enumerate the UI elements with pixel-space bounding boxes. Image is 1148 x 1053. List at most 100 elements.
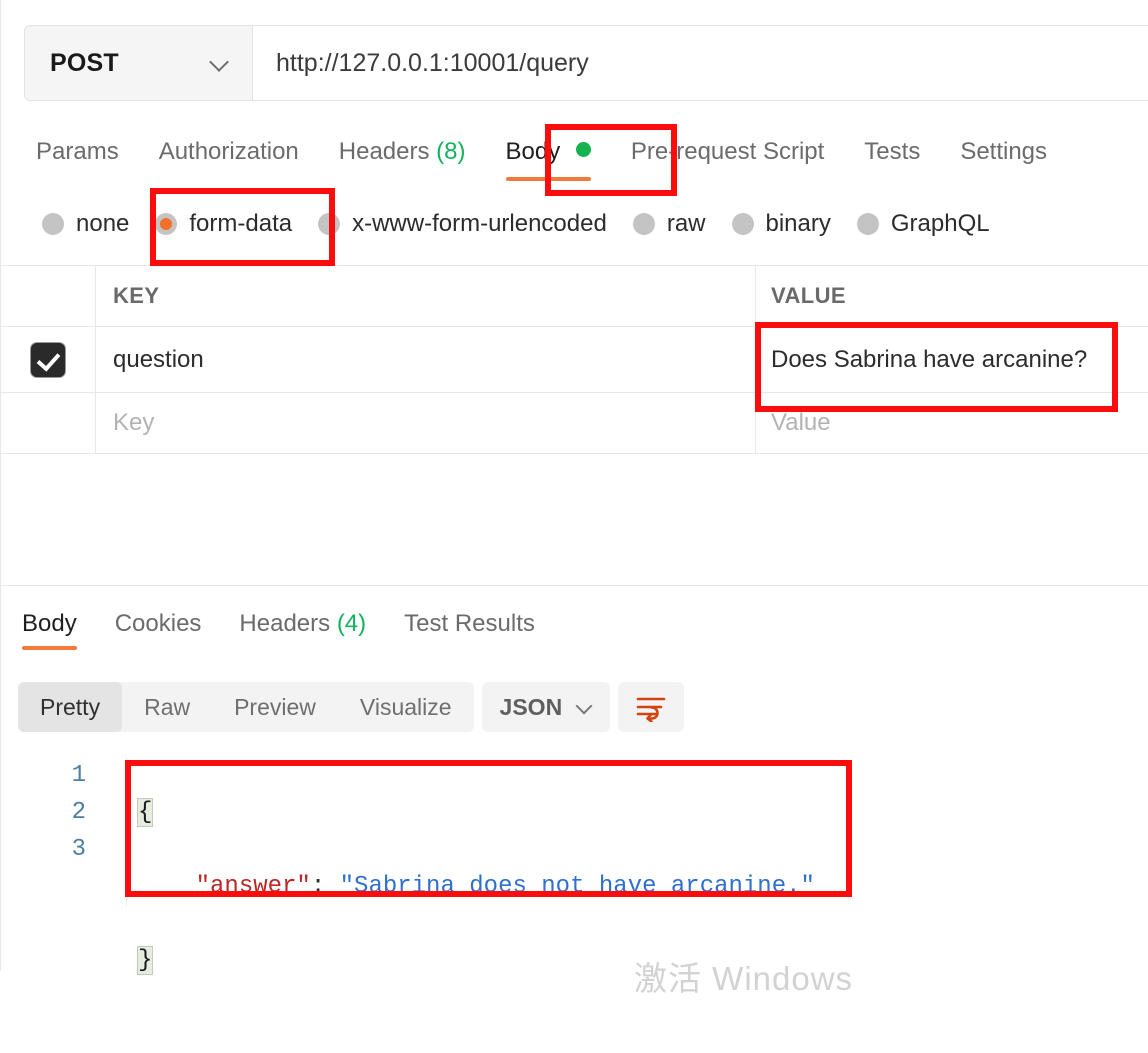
header-cell-key: KEY: [96, 266, 756, 326]
empty-row-key-cell[interactable]: Key: [96, 393, 756, 453]
view-mode-visualize-label: Visualize: [359, 693, 452, 720]
header-value-label: VALUE: [771, 283, 846, 308]
code-line-1: {: [138, 794, 815, 831]
row-key-cell[interactable]: question: [96, 327, 756, 392]
table-empty-row: Key Value: [0, 392, 1148, 454]
response-tab-headers[interactable]: Headers (4): [239, 600, 366, 638]
form-data-table: KEY VALUE question Does Sabrina have arc…: [0, 265, 1148, 454]
tab-body-label: Body: [505, 138, 561, 165]
wrap-lines-button[interactable]: [618, 682, 685, 732]
body-type-none-label: none: [76, 210, 130, 237]
tab-pre-request-script[interactable]: Pre-request Script: [631, 126, 824, 166]
code-gutter: 1 2 3: [0, 757, 127, 907]
radio-icon-form-data: [155, 213, 178, 235]
view-mode-visualize[interactable]: Visualize: [338, 682, 474, 732]
row-key-input: question: [113, 345, 204, 373]
code-open-brace: {: [138, 799, 153, 826]
empty-row-checkbox-cell: [0, 393, 96, 453]
code-json-string-value: "Sabrina does not have arcanine.": [339, 873, 815, 900]
tab-pre-request-script-label: Pre-request Script: [630, 138, 825, 165]
code-close-brace: }: [138, 947, 153, 974]
view-mode-raw-label: Raw: [144, 693, 191, 720]
code-content: { "answer": "Sabrina does not have arcan…: [138, 757, 815, 1053]
request-url-bar: POST http://127.0.0.1:10001/query: [24, 25, 1148, 101]
table-empty-space: [0, 460, 1148, 586]
code-line-2: "answer": "Sabrina does not have arcanin…: [138, 868, 815, 905]
body-type-graphql[interactable]: GraphQL: [856, 210, 990, 238]
response-view-toolbar: Pretty Raw Preview Visualize JSON: [18, 682, 685, 732]
radio-icon-raw: [632, 213, 655, 235]
chevron-down-icon: [576, 699, 592, 715]
windows-activation-watermark: 激活 Windows: [634, 960, 854, 997]
http-method-select[interactable]: POST: [25, 26, 253, 100]
body-type-raw-label: raw: [666, 210, 706, 237]
empty-row-value-input: Value: [771, 409, 831, 436]
row-value-input: Does Sabrina have arcanine?: [771, 345, 1088, 373]
line-number: 2: [71, 799, 86, 826]
response-tab-bar: Body Cookies Headers (4) Test Results: [0, 600, 1148, 660]
body-type-none[interactable]: none: [42, 210, 129, 238]
response-tab-cookies-label: Cookies: [114, 610, 202, 637]
tab-params-label: Params: [36, 138, 119, 165]
request-tab-bar: Params Authorization Headers (8) Body Pr…: [0, 126, 1148, 188]
view-mode-preview-label: Preview: [234, 693, 316, 720]
response-format-select[interactable]: JSON: [481, 682, 611, 732]
response-tab-test-results-label: Test Results: [404, 610, 535, 637]
tab-headers-label: Headers: [338, 138, 430, 165]
tab-body[interactable]: Body: [505, 126, 591, 181]
row-checkbox-cell: [0, 327, 96, 392]
http-method-label: POST: [50, 48, 119, 77]
row-value-cell[interactable]: Does Sabrina have arcanine?: [756, 327, 1148, 392]
line-number: 1: [71, 762, 86, 789]
radio-icon-graphql: [856, 213, 879, 235]
tab-authorization[interactable]: Authorization: [159, 126, 299, 166]
body-type-urlencoded-label: x-www-form-urlencoded: [352, 210, 607, 237]
tab-headers-count: (8): [436, 138, 466, 165]
response-tab-cookies[interactable]: Cookies: [115, 600, 202, 638]
body-type-form-data-label: form-data: [189, 210, 293, 237]
code-colon: :: [310, 873, 340, 900]
response-tab-body[interactable]: Body: [22, 600, 77, 650]
response-body-code-viewer[interactable]: 1 2 3 { "answer": "Sabrina does not have…: [0, 757, 1148, 974]
radio-icon-urlencoded: [318, 213, 341, 235]
response-tab-headers-label: Headers: [239, 610, 331, 637]
tab-tests-label: Tests: [864, 138, 921, 165]
body-type-radio-group: none form-data x-www-form-urlencoded raw…: [0, 203, 1148, 245]
response-format-label: JSON: [499, 693, 563, 720]
body-type-raw[interactable]: raw: [632, 210, 706, 238]
row-enabled-checkbox[interactable]: [30, 342, 65, 377]
response-tab-headers-count: (4): [336, 610, 367, 637]
body-type-binary-label: binary: [765, 210, 831, 237]
body-type-form-data[interactable]: form-data: [155, 210, 292, 238]
body-type-graphql-label: GraphQL: [890, 210, 990, 237]
tab-authorization-label: Authorization: [158, 138, 299, 165]
url-input[interactable]: http://127.0.0.1:10001/query: [253, 26, 1148, 100]
view-mode-pretty-label: Pretty: [40, 693, 101, 720]
tab-settings[interactable]: Settings: [960, 126, 1047, 166]
body-type-urlencoded[interactable]: x-www-form-urlencoded: [318, 210, 607, 238]
response-tab-body-label: Body: [22, 610, 77, 637]
body-type-binary[interactable]: binary: [731, 210, 831, 238]
radio-icon-none: [42, 213, 64, 235]
response-tab-test-results[interactable]: Test Results: [404, 600, 535, 638]
tab-tests[interactable]: Tests: [864, 126, 920, 166]
view-mode-preview[interactable]: Preview: [212, 682, 338, 732]
empty-row-key-input: Key: [113, 409, 155, 436]
header-cell-value: VALUE: [756, 266, 1148, 326]
line-number: 3: [71, 836, 86, 863]
empty-row-value-cell[interactable]: Value: [756, 393, 1148, 453]
table-row: question Does Sabrina have arcanine?: [0, 326, 1148, 393]
view-mode-pretty[interactable]: Pretty: [18, 682, 123, 732]
wrap-lines-icon: [636, 697, 666, 722]
header-key-label: KEY: [113, 283, 160, 308]
view-mode-raw[interactable]: Raw: [122, 682, 212, 732]
tab-params[interactable]: Params: [36, 126, 119, 166]
response-tab-body-active-underline: [22, 646, 77, 650]
tab-body-active-underline: [505, 177, 591, 181]
tab-headers[interactable]: Headers (8): [339, 126, 466, 166]
tab-settings-label: Settings: [960, 138, 1048, 165]
radio-icon-binary: [731, 213, 754, 235]
code-json-key: "answer": [195, 873, 311, 900]
chevron-down-icon: [210, 53, 230, 73]
